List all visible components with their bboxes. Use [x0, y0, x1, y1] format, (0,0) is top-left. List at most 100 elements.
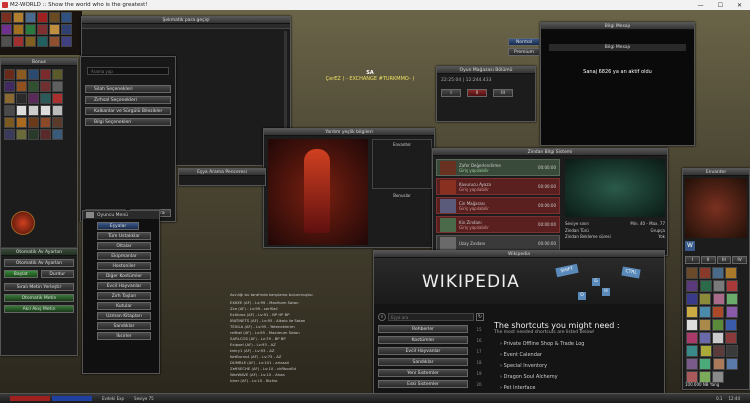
wiki-link[interactable]: › Special Inventory	[500, 361, 662, 372]
quickslot-grid[interactable]	[0, 11, 82, 55]
maximize-button[interactable]: ☐	[718, 2, 723, 9]
bonus-slot[interactable]	[39, 128, 51, 140]
inventory-page-tab[interactable]: II	[700, 256, 716, 264]
category-number[interactable]: 15	[474, 327, 484, 332]
dungeon-entry[interactable]: Kin Zindanı Giriş yapılabilir 00:00:00	[436, 216, 560, 233]
auto-hunt-settings-button[interactable]: Otomatik Av Ayarları	[4, 259, 74, 267]
inventory-slot[interactable]	[711, 266, 724, 279]
inventory-slot[interactable]	[698, 370, 711, 383]
wiki-search-input[interactable]: Eşya ara	[388, 313, 474, 321]
bonus-slot[interactable]	[3, 68, 15, 80]
inventory-slot[interactable]	[685, 292, 698, 305]
quickslot[interactable]	[0, 35, 12, 47]
inventory-slot[interactable]	[685, 266, 698, 279]
quickslot[interactable]	[60, 35, 72, 47]
bonus-icon-grid[interactable]	[1, 66, 77, 142]
quickslot[interactable]	[36, 11, 48, 23]
bonus-slot[interactable]	[39, 92, 51, 104]
inventory-slot[interactable]	[724, 331, 737, 344]
wiki-link[interactable]: › Event Calendar	[500, 350, 662, 361]
auto-metin-button[interactable]: Otomatik Metin	[4, 294, 74, 302]
menu-item[interactable]: İksirler	[97, 332, 151, 340]
quickslot[interactable]	[12, 35, 24, 47]
inventory-slot[interactable]	[713, 292, 726, 305]
inventory-slot[interactable]	[711, 318, 724, 331]
wiki-category-button[interactable]: Eski Sistemler	[378, 380, 468, 388]
wiki-category-button[interactable]: Rehberler	[378, 325, 468, 333]
bonus-slot[interactable]	[51, 68, 63, 80]
refresh-icon[interactable]: ↻	[476, 313, 484, 321]
inventory-page-tab[interactable]: I	[685, 256, 700, 264]
category-number[interactable]: 18	[474, 360, 484, 365]
inventory-slot[interactable]	[698, 331, 711, 344]
inventory-slot[interactable]	[724, 266, 737, 279]
quickslot[interactable]	[12, 23, 24, 35]
dungeon-entry[interactable]: Kavurucu Ayaza Giriş yapılabilir 00:00:00	[436, 178, 560, 195]
dungeon-entry[interactable]: Cin Mağarası Giriş yapılabilir 00:00:00	[436, 197, 560, 214]
bonus-slot[interactable]	[15, 80, 27, 92]
inventory-slot[interactable]	[698, 305, 711, 318]
inventory-slot[interactable]	[724, 318, 737, 331]
category-number[interactable]: 20	[474, 382, 484, 387]
menu-item[interactable]: Hostoniler	[97, 262, 151, 270]
quickslot[interactable]	[48, 11, 60, 23]
bonus-slot[interactable]	[3, 116, 15, 128]
auto-flow-button[interactable]: Akıl Akış Metin	[4, 305, 74, 313]
bonus-slot[interactable]	[27, 92, 39, 104]
search-input[interactable]: Arama yap	[87, 67, 169, 75]
bonus-slot[interactable]	[27, 68, 39, 80]
shop-page-button[interactable]: III	[493, 89, 513, 97]
inventory-slot[interactable]	[685, 357, 698, 370]
quickslot[interactable]	[24, 11, 36, 23]
inventory-page-tab[interactable]: III	[716, 256, 732, 264]
menu-item[interactable]: Oltalar	[97, 242, 151, 250]
quickslot[interactable]	[60, 11, 72, 23]
quickslot[interactable]	[48, 23, 60, 35]
shield-options-dropdown[interactable]: Kalkanlar ve Sürgülü Bilezikler	[85, 107, 171, 115]
bonus-slot[interactable]	[15, 92, 27, 104]
start-button[interactable]: Başlat	[4, 270, 38, 278]
dungeon-entry[interactable]: Zafer Değerlendirme Giriş yapılabilir 00:…	[436, 159, 560, 176]
inventory-slot[interactable]	[726, 279, 739, 292]
bonus-slot[interactable]	[51, 80, 63, 92]
inventory-slot[interactable]	[685, 318, 698, 331]
bonus-slot[interactable]	[3, 104, 15, 116]
inventory-slot[interactable]	[685, 331, 698, 344]
wiki-link[interactable]: › Private Offline Shop & Trade Log	[500, 339, 662, 350]
inventory-slot[interactable]	[726, 357, 739, 370]
inventory-slot[interactable]	[711, 370, 724, 383]
inventory-slot[interactable]	[713, 279, 726, 292]
bonus-slot[interactable]	[27, 80, 39, 92]
bonus-slot[interactable]	[39, 104, 51, 116]
shop-page-button[interactable]: I	[441, 89, 461, 97]
game-viewport[interactable]: Bonus Otomatik Av Ayarları Otomatik Av A…	[0, 10, 750, 403]
quickslot[interactable]	[0, 11, 12, 23]
inventory-page-tab[interactable]: IV	[732, 256, 747, 264]
menu-item[interactable]: Ekipmanlar	[97, 252, 151, 260]
menu-item[interactable]: Eşyalar	[97, 222, 139, 230]
quickslot[interactable]	[12, 11, 24, 23]
inventory-slot[interactable]	[726, 292, 739, 305]
info-options-dropdown[interactable]: Bilgi Seçenekleri	[85, 118, 171, 126]
category-number[interactable]: 19	[474, 371, 484, 376]
normal-button[interactable]: Normal	[508, 38, 540, 46]
character-preview[interactable]	[268, 139, 368, 245]
w-badge[interactable]: W	[685, 241, 695, 251]
inventory-slot[interactable]	[713, 357, 726, 370]
inventory-grid[interactable]	[685, 266, 747, 386]
inventory-slot[interactable]	[700, 279, 713, 292]
inventory-slot[interactable]	[711, 305, 724, 318]
inventory-slot[interactable]	[698, 266, 711, 279]
bonus-slot[interactable]	[15, 116, 27, 128]
bonus-slot[interactable]	[27, 116, 39, 128]
search-icon[interactable]: ⌕	[378, 313, 386, 321]
bonus-slot[interactable]	[51, 128, 63, 140]
menu-item[interactable]: Tüm Ustalıklar	[97, 232, 151, 240]
inventory-slot[interactable]	[698, 292, 711, 305]
weapon-options-dropdown[interactable]: Silah Seçenekleri	[85, 85, 171, 93]
quickslot[interactable]	[36, 23, 48, 35]
bonus-slot[interactable]	[15, 104, 27, 116]
shop-page-button[interactable]: II	[467, 89, 487, 97]
inventory-slot[interactable]	[713, 344, 726, 357]
menu-item[interactable]: Kutular	[97, 302, 151, 310]
